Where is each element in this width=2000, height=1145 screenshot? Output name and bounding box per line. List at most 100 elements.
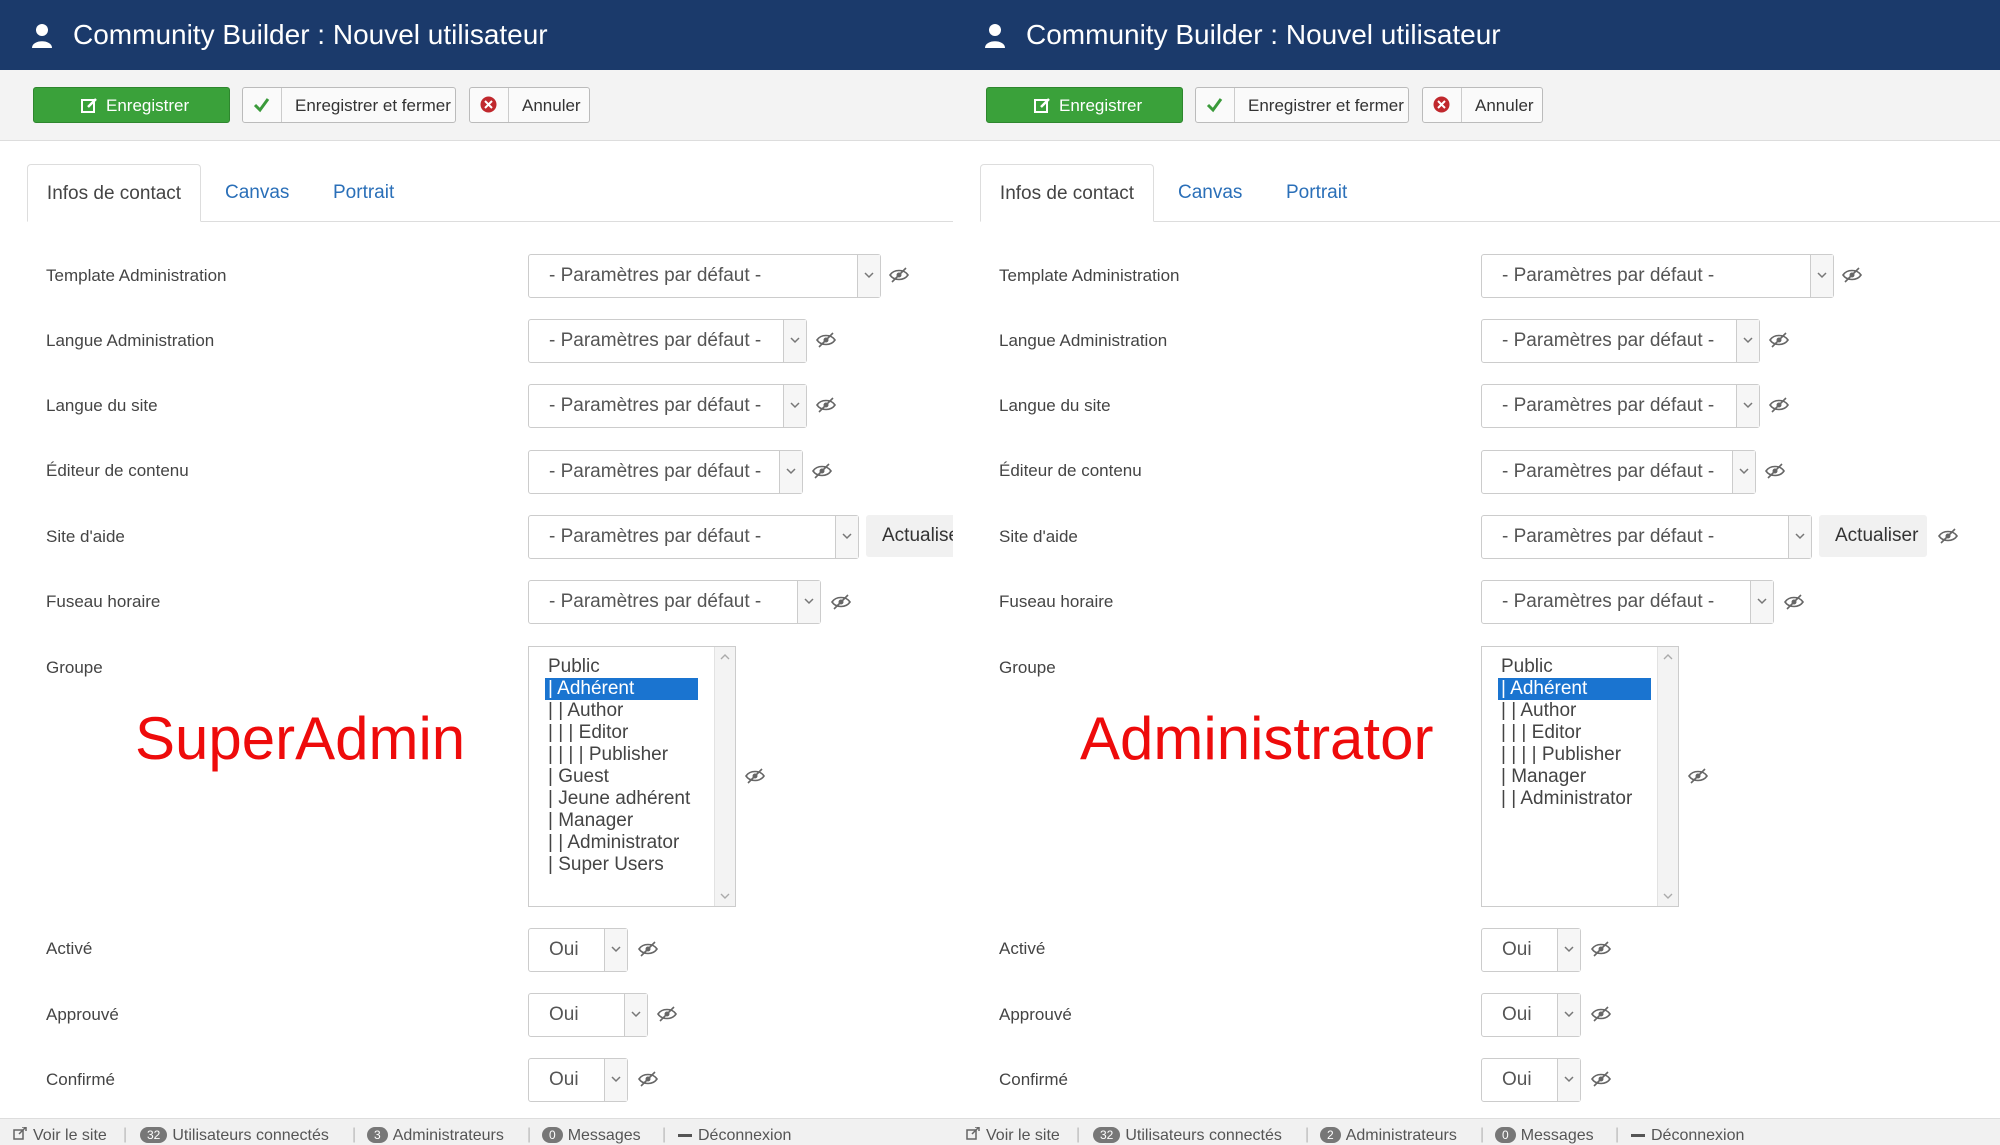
eye-slash-icon[interactable] [1591,1071,1611,1087]
users-label: Utilisateurs connectés [172,1127,329,1144]
eye-slash-icon[interactable] [1769,332,1789,348]
tab-portrait[interactable]: Portrait [1286,164,1347,221]
tab-bar: Infos de contact Canvas Portrait [980,164,2000,222]
langue-admin-select[interactable]: - Paramètres par défaut - [528,319,807,363]
scrollbar[interactable] [1657,647,1678,906]
list-option[interactable]: | | Administrator [1501,788,1632,810]
save-button[interactable]: Enregistrer [986,87,1183,123]
scrollbar[interactable] [714,647,735,906]
groupe-listbox[interactable]: Public | Adhérent | | Author | | | Edito… [528,646,736,907]
eye-slash-icon[interactable] [1591,1006,1611,1022]
select-value: Oui [1502,1004,1532,1025]
site-aide-select[interactable]: - Paramètres par défaut - [1481,515,1812,559]
eye-slash-icon[interactable] [889,267,909,283]
eye-slash-icon[interactable] [657,1006,677,1022]
update-button[interactable]: Actualiser [866,515,953,557]
chevron-up-icon[interactable] [720,653,730,660]
list-option[interactable]: | Manager [1501,766,1586,788]
eye-slash-icon[interactable] [1769,397,1789,413]
approuve-select[interactable]: Oui [528,993,648,1037]
save-close-button[interactable]: Enregistrer et fermer [242,87,456,123]
check-icon [253,98,270,113]
list-option-selected[interactable]: | Adhérent [1498,678,1651,700]
list-option[interactable]: | | | | Publisher [548,744,668,766]
logout-label: Déconnexion [698,1127,792,1144]
eye-slash-icon[interactable] [816,332,836,348]
langue-site-select[interactable]: - Paramètres par défaut - [1481,384,1760,428]
langue-site-select[interactable]: - Paramètres par défaut - [528,384,807,428]
chevron-up-icon[interactable] [1663,653,1673,660]
template-admin-select[interactable]: - Paramètres par défaut - [528,254,881,298]
tab-canvas[interactable]: Canvas [225,164,289,221]
confirme-select[interactable]: Oui [1481,1058,1581,1102]
groupe-listbox[interactable]: Public | Adhérent | | Author | | | Edito… [1481,646,1679,907]
list-option[interactable]: | Super Users [548,854,664,876]
fuseau-select[interactable]: - Paramètres par défaut - [528,580,821,624]
messages-status[interactable]: 0 Messages [542,1127,641,1145]
logout-link[interactable]: Déconnexion [678,1127,791,1145]
eye-slash-icon[interactable] [1784,594,1804,610]
eye-slash-icon[interactable] [831,594,851,610]
eye-slash-icon[interactable] [1765,463,1785,479]
update-button[interactable]: Actualiser [1819,515,1927,557]
editeur-select[interactable]: - Paramètres par défaut - [528,450,803,494]
eye-slash-icon[interactable] [1591,941,1611,957]
chevron-down-icon[interactable] [1663,893,1673,900]
list-option[interactable]: | | Author [548,700,623,722]
site-aide-select[interactable]: - Paramètres par défaut - [528,515,859,559]
chevron-down-icon[interactable] [720,893,730,900]
approuve-select[interactable]: Oui [1481,993,1581,1037]
eye-slash-icon[interactable] [1938,528,1958,544]
tab-contact-info[interactable]: Infos de contact [980,164,1154,222]
select-arrow [1810,255,1833,297]
eye-slash-icon[interactable] [638,941,658,957]
select-arrow [857,255,880,297]
approuve-label: Approuvé [46,1005,119,1024]
logout-link[interactable]: Déconnexion [1631,1127,1744,1145]
eye-slash-icon[interactable] [816,397,836,413]
list-option[interactable]: | | Administrator [548,832,679,854]
list-option[interactable]: | Jeune adhérent [548,788,690,810]
admins-status[interactable]: 3 Administrateurs [367,1127,504,1145]
view-site-link[interactable]: Voir le site [966,1126,1060,1145]
list-option-selected[interactable]: | Adhérent [545,678,698,700]
active-select[interactable]: Oui [1481,928,1581,972]
list-option[interactable]: Public [1501,656,1553,678]
divider: | [1615,1126,1620,1143]
eye-slash-icon[interactable] [1842,267,1862,283]
fuseau-label: Fuseau horaire [999,592,1114,611]
fuseau-select[interactable]: - Paramètres par défaut - [1481,580,1774,624]
list-option[interactable]: | | | | Publisher [1501,744,1621,766]
users-status[interactable]: 32 Utilisateurs connectés [140,1127,329,1145]
cancel-icon [480,96,497,113]
active-select[interactable]: Oui [528,928,628,972]
list-option[interactable]: | | | Editor [548,722,628,744]
select-value: - Paramètres par défaut - [1502,591,1715,612]
tab-contact-info[interactable]: Infos de contact [27,164,201,222]
eye-slash-icon[interactable] [812,463,832,479]
view-site-link[interactable]: Voir le site [13,1126,107,1145]
messages-status[interactable]: 0 Messages [1495,1127,1594,1145]
cancel-button[interactable]: Annuler [1422,87,1543,123]
list-option[interactable]: | | Author [1501,700,1576,722]
confirme-select[interactable]: Oui [528,1058,628,1102]
list-option[interactable]: | Manager [548,810,633,832]
eye-slash-icon[interactable] [745,768,765,784]
save-close-button[interactable]: Enregistrer et fermer [1195,87,1409,123]
list-option[interactable]: Public [548,656,600,678]
save-button[interactable]: Enregistrer [33,87,230,123]
template-admin-select[interactable]: - Paramètres par défaut - [1481,254,1834,298]
select-arrow [1557,994,1580,1036]
tab-canvas[interactable]: Canvas [1178,164,1242,221]
list-option[interactable]: | | | Editor [1501,722,1581,744]
users-status[interactable]: 32 Utilisateurs connectés [1093,1127,1282,1145]
admins-status[interactable]: 2 Administrateurs [1320,1127,1457,1145]
select-arrow [779,451,802,493]
tab-portrait[interactable]: Portrait [333,164,394,221]
editeur-select[interactable]: - Paramètres par défaut - [1481,450,1756,494]
eye-slash-icon[interactable] [638,1071,658,1087]
cancel-button[interactable]: Annuler [469,87,590,123]
list-option[interactable]: | Guest [548,766,609,788]
langue-admin-select[interactable]: - Paramètres par défaut - [1481,319,1760,363]
eye-slash-icon[interactable] [1688,768,1708,784]
